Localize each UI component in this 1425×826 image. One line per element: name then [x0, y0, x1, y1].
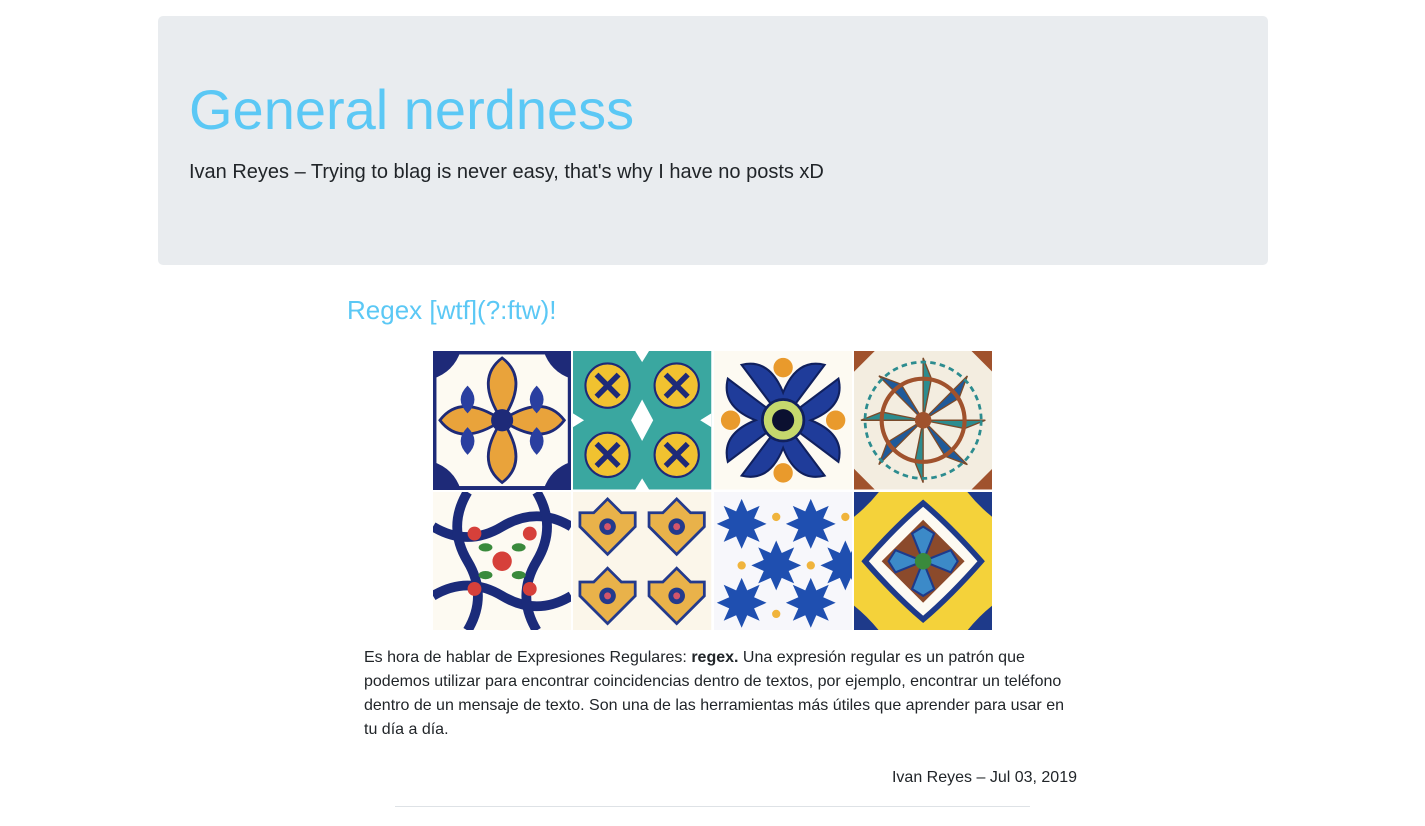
tile-image	[433, 351, 572, 490]
post-meta: Ivan Reyes – Jul 03, 2019	[891, 769, 1077, 786]
post-divider	[395, 806, 1030, 807]
post-excerpt: Es hora de hablar de Expresiones Regular…	[364, 646, 1064, 742]
tile-image	[713, 491, 852, 630]
post-title-link[interactable]: Regex [wtf](?:ftw)!	[347, 295, 557, 326]
post-cover-image[interactable]	[433, 351, 992, 630]
excerpt-intro: Es hora de hablar de Expresiones Regular…	[364, 649, 692, 666]
tile-image	[573, 491, 712, 630]
tile-image	[713, 351, 852, 490]
site-header: General nerdness Ivan Reyes – Trying to …	[158, 16, 1268, 265]
tile-image	[853, 351, 992, 490]
tile-image	[433, 491, 572, 630]
excerpt-keyword: regex.	[691, 649, 739, 666]
site-lead: Ivan Reyes – Trying to blag is never eas…	[189, 161, 824, 183]
tile-image	[573, 351, 712, 490]
tile-image	[853, 491, 992, 630]
site-title-link[interactable]: General nerdness	[189, 82, 634, 138]
